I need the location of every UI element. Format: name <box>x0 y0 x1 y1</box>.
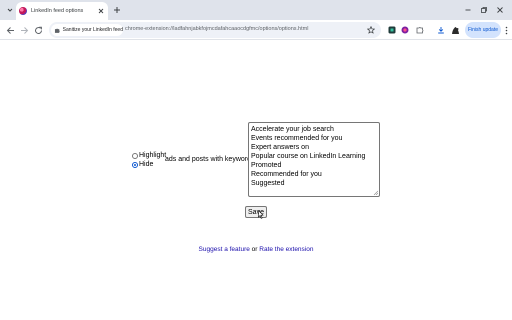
bookmark-star-icon[interactable] <box>365 24 377 36</box>
mouse-cursor-icon <box>258 210 264 219</box>
tab-close-icon[interactable] <box>97 7 105 15</box>
mode-radio-group: Highlight Hide <box>132 151 166 169</box>
highlight-radio[interactable] <box>132 152 138 159</box>
extension-dark-square-icon[interactable] <box>387 25 397 35</box>
site-chip-label: Sanitize your LinkedIn feed <box>62 27 123 33</box>
address-bar[interactable]: Sanitize your LinkedIn feed chrome-exten… <box>49 22 381 38</box>
footer-links: Suggest a feature or Rate the extension <box>0 246 512 253</box>
tab-title: LinkedIn feed options <box>31 8 84 14</box>
finish-update-button[interactable]: Finish update <box>465 22 501 38</box>
browser-toolbar: Sanitize your LinkedIn feed chrome-exten… <box>0 20 512 40</box>
new-tab-plus-icon[interactable] <box>111 4 123 16</box>
extension-favicon-icon <box>19 7 27 15</box>
keyword-line: Events recommended for you <box>251 135 343 142</box>
minimize-icon[interactable] <box>462 4 474 16</box>
keyword-line: Suggested <box>251 180 285 187</box>
url-text[interactable]: chrome-extension://ladfahnjabkfojmcdafah… <box>125 26 308 32</box>
extension-feed-sanitizer-icon[interactable] <box>400 25 410 35</box>
keywords-sentence-text: ads and posts with keywords <box>165 156 255 163</box>
download-icon[interactable] <box>436 25 446 35</box>
hide-radio[interactable] <box>132 161 138 168</box>
keyword-line: Recommended for you <box>251 171 322 178</box>
highlight-label: Highlight <box>139 152 167 159</box>
restore-icon[interactable] <box>478 4 490 16</box>
textarea-resize-handle[interactable] <box>373 190 378 195</box>
profile-avatar-icon[interactable] <box>450 25 460 35</box>
keyword-line: Accelerate your job search <box>251 126 334 133</box>
suggest-feature-link[interactable]: Suggest a feature <box>199 246 250 253</box>
site-info-chip[interactable]: Sanitize your LinkedIn feed <box>51 24 123 36</box>
back-arrow-icon[interactable] <box>4 24 16 36</box>
reload-icon[interactable] <box>32 24 44 36</box>
radio-option-hide[interactable]: Hide <box>132 160 166 169</box>
keywords-textarea[interactable]: Accelerate your job search Events recomm… <box>248 122 380 197</box>
close-window-icon[interactable] <box>494 4 506 16</box>
radio-option-highlight[interactable]: Highlight <box>132 151 166 160</box>
hide-label: Hide <box>139 161 154 168</box>
more-menu-icon[interactable] <box>502 24 510 36</box>
keyword-line: Expert answers on <box>251 144 309 151</box>
extension-puzzle-icon <box>54 28 60 33</box>
forward-arrow-icon[interactable] <box>18 24 30 36</box>
tab-strip: LinkedIn feed options <box>0 0 512 20</box>
tab-search-chevron-icon[interactable] <box>3 3 17 17</box>
active-tab[interactable]: LinkedIn feed options <box>16 2 108 20</box>
rate-extension-link[interactable]: Rate the extension <box>259 246 313 253</box>
extensions-puzzle-icon[interactable] <box>415 25 425 35</box>
keyword-line: Promoted <box>251 162 282 169</box>
keyword-line: Popular course on LinkedIn Learning <box>251 153 366 160</box>
footer-separator: or <box>251 246 258 253</box>
